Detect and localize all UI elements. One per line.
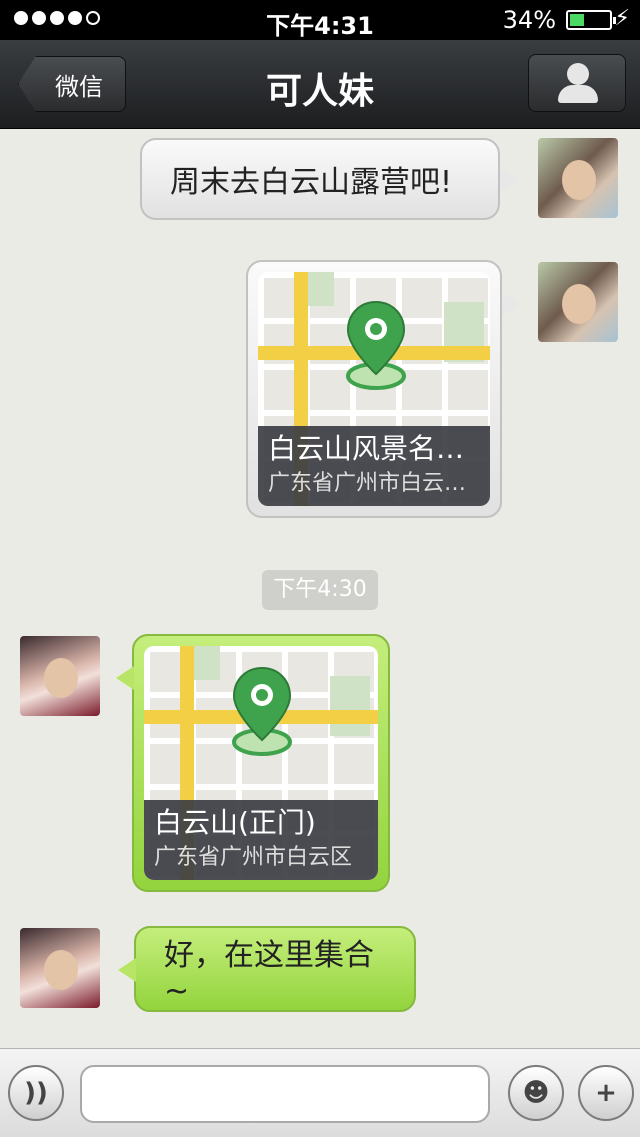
status-bar: 下午4:31 34% ⚡ [0,0,640,40]
emoji-button[interactable]: ☻ [508,1065,564,1121]
plus-icon: + [595,1078,617,1108]
message-bubble-sent[interactable]: 周末去白云山露营吧! [140,138,500,220]
charging-icon: ⚡ [614,6,630,31]
more-button[interactable]: + [578,1065,634,1121]
emoji-icon: ☻ [522,1078,550,1108]
location-pin-icon [346,300,406,390]
location-address: 广东省广州市白云区 [154,845,353,870]
message-bubble-received[interactable]: 好，在这里集合~ [134,926,416,1012]
battery-icon [566,10,616,30]
chat-area[interactable]: 周末去白云山露营吧! 白云山风景名… 广东省广州市白云… 下午4:30 白云山(… [0,128,640,1048]
voice-button[interactable]: )) [8,1065,64,1121]
voice-icon: )) [24,1078,48,1108]
person-icon [567,63,589,85]
location-caption: 白云山(正门) 广东省广州市白云区 [144,800,378,880]
location-pin-icon [232,666,292,756]
input-bar: )) ☻ + [0,1048,640,1137]
profile-button[interactable] [528,54,626,112]
location-card-received[interactable]: 白云山(正门) 广东省广州市白云区 [132,634,390,892]
battery-percent: 34% [502,6,556,34]
location-caption: 白云山风景名… 广东省广州市白云… [258,426,490,506]
message-text: 周末去白云山露营吧! [170,165,453,200]
location-title: 白云山风景名… [268,432,465,465]
contact-avatar[interactable] [20,636,100,716]
nav-bar: 微信 可人妹 [0,40,640,129]
my-avatar[interactable] [538,262,618,342]
my-avatar[interactable] [538,138,618,218]
message-text: 好，在这里集合~ [164,937,374,1009]
contact-avatar[interactable] [20,928,100,1008]
location-title: 白云山(正门) [154,806,316,839]
timestamp-label: 下午4:30 [262,570,378,610]
message-input[interactable] [80,1065,490,1123]
location-address: 广东省广州市白云… [268,471,467,496]
location-card-sent[interactable]: 白云山风景名… 广东省广州市白云… [246,260,502,518]
